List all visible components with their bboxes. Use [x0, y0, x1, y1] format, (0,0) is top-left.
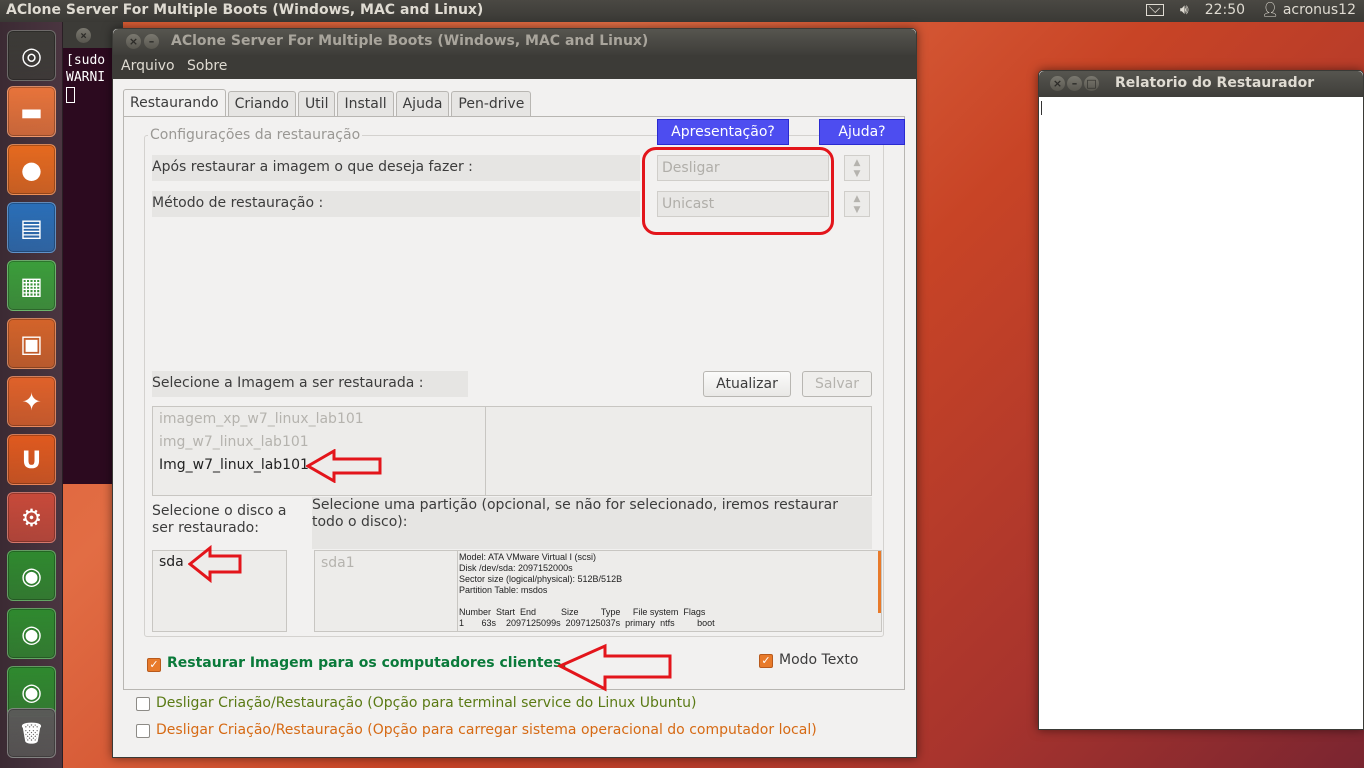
minimize-icon[interactable]: – [1067, 76, 1082, 91]
text-mode-label[interactable]: Modo Texto [779, 652, 858, 668]
select-partition-label: Selecione uma partição (opcional, se não… [312, 497, 872, 549]
disk-info-text: Model: ATA VMware Virtual I (scsi) Disk … [459, 552, 715, 628]
main-window-titlebar[interactable]: × – AClone Server For Multiple Boots (Wi… [113, 29, 916, 55]
user-menu[interactable]: 👤︎ acronus12 [1261, 2, 1356, 18]
tab-bar: Restaurando Criando Util Install Ajuda P… [123, 89, 533, 117]
help-button[interactable]: Ajuda? [819, 119, 905, 145]
select-disk-label: Selecione o disco a ser restaurado: [152, 497, 312, 549]
impress-icon[interactable]: ▣ [7, 318, 56, 369]
active-window-title: AClone Server For Multiple Boots (Window… [6, 2, 484, 18]
close-icon[interactable]: × [126, 34, 141, 49]
green-globe-icon-2-glyph: ◉ [21, 619, 42, 648]
disable-local-label[interactable]: Desligar Criação/Restauração (Opção para… [156, 722, 817, 738]
annotation-arrow [188, 545, 242, 583]
menu-bar: Arquivo Sobre [113, 55, 916, 79]
files-icon[interactable]: ▬ [7, 86, 56, 137]
after-restore-label: Após restaurar a imagem o que deseja faz… [152, 155, 640, 181]
menu-sobre[interactable]: Sobre [187, 58, 227, 74]
writer-icon[interactable]: ▤ [7, 202, 56, 253]
system-settings-icon[interactable]: ⚙ [7, 492, 56, 543]
scroll-indicator[interactable] [878, 551, 881, 613]
calc-icon[interactable]: ▦ [7, 260, 56, 311]
report-window-title: Relatorio do Restaurador [1115, 75, 1315, 91]
firefox-icon[interactable]: ● [7, 144, 56, 195]
user-icon: 👤︎ [1261, 2, 1279, 18]
partition-list: sda1 Model: ATA VMware Virtual I (scsi) … [314, 550, 882, 632]
image-list-item[interactable]: imagem_xp_w7_linux_lab101 [159, 411, 364, 427]
image-list-item[interactable]: img_w7_linux_lab101 [159, 434, 309, 450]
trash-icon[interactable]: 🗑 [7, 708, 56, 758]
impress-icon-glyph: ▣ [20, 329, 43, 358]
tab-criando[interactable]: Criando [227, 91, 296, 117]
tab-restaurando[interactable]: Restaurando [123, 89, 226, 117]
update-button[interactable]: Atualizar [703, 371, 791, 397]
ubuntu-one-icon[interactable]: U [7, 434, 56, 485]
system-tray: 🔊︎ 22:50 👤︎ acronus12 [1145, 2, 1356, 18]
list-divider [485, 407, 486, 495]
tab-ajuda[interactable]: Ajuda [395, 91, 450, 117]
top-panel: AClone Server For Multiple Boots (Window… [0, 0, 1364, 22]
software-center-icon[interactable]: ✦ [7, 376, 56, 427]
save-button[interactable]: Salvar [802, 371, 872, 397]
image-list-item-selected[interactable]: Img_w7_linux_lab101 [159, 457, 309, 473]
main-window: × – AClone Server For Multiple Boots (Wi… [112, 28, 917, 758]
ubuntu-dash-icon-glyph: ◎ [21, 41, 42, 70]
terminal-cursor [66, 86, 75, 103]
menu-arquivo[interactable]: Arquivo [121, 58, 175, 74]
user-name: acronus12 [1282, 2, 1356, 18]
report-window: × – □ Relatorio do Restaurador [1038, 70, 1364, 730]
system-settings-icon-glyph: ⚙ [20, 503, 43, 532]
calc-icon-glyph: ▦ [20, 271, 43, 300]
partition-divider [457, 551, 458, 631]
ubuntu-one-icon-glyph: U [21, 445, 42, 474]
ubuntu-dash-icon[interactable]: ◎ [7, 30, 56, 81]
volume-icon[interactable]: 🔊︎ [1180, 2, 1189, 18]
terminal-line: [sudo [66, 53, 106, 68]
disk-list-item[interactable]: sda [159, 554, 184, 570]
tab-util[interactable]: Util [297, 91, 336, 117]
report-text-area[interactable] [1039, 97, 1363, 729]
software-center-icon-glyph: ✦ [21, 387, 42, 416]
trash-icon-glyph: 🗑 [18, 721, 45, 745]
files-icon-glyph: ▬ [20, 97, 43, 126]
tab-pen-drive[interactable]: Pen-drive [451, 91, 532, 117]
method-spinner[interactable]: ▲ ▼ [844, 191, 870, 217]
tab-install[interactable]: Install [337, 91, 394, 117]
green-globe-icon-3-glyph: ◉ [21, 677, 42, 706]
restore-clients-checkbox[interactable]: ✓ [147, 658, 161, 672]
group-label: Configurações da restauração [148, 127, 363, 143]
annotation-arrow [306, 449, 382, 483]
green-globe-icon-2[interactable]: ◉ [7, 608, 56, 659]
image-list-area: imagem_xp_w7_linux_lab101 img_w7_linux_l… [152, 406, 872, 496]
disable-local-checkbox[interactable] [136, 724, 150, 738]
maximize-icon[interactable]: □ [1084, 76, 1099, 91]
launcher: ◎ ▬ ● ▤ ▦ ▣ ✦ U ⚙ ◉ ◉ ◉ 🗑 [0, 22, 63, 768]
disable-terminal-label[interactable]: Desligar Criação/Restauração (Opção para… [156, 695, 697, 711]
report-window-titlebar[interactable]: × – □ Relatorio do Restaurador [1039, 71, 1363, 97]
presentation-button[interactable]: Apresentação? [657, 119, 789, 145]
after-restore-spinner[interactable]: ▲ ▼ [844, 155, 870, 181]
restore-clients-label[interactable]: Restaurar Imagem para os computadores cl… [167, 655, 567, 671]
green-globe-icon-1-glyph: ◉ [21, 561, 42, 590]
green-globe-icon-1[interactable]: ◉ [7, 550, 56, 601]
annotation-arrow [557, 643, 672, 692]
annotation-circle [642, 147, 834, 235]
writer-icon-glyph: ▤ [20, 213, 43, 242]
partition-list-item[interactable]: sda1 [321, 555, 355, 571]
method-label: Método de restauração : [152, 191, 640, 217]
terminal-line: WARNI [66, 70, 106, 85]
minimize-icon[interactable]: – [144, 34, 159, 49]
mail-icon[interactable] [1145, 4, 1164, 16]
disable-terminal-checkbox[interactable] [136, 697, 150, 711]
close-icon[interactable]: × [76, 28, 91, 43]
firefox-icon-glyph: ● [21, 155, 42, 184]
text-mode-checkbox[interactable]: ✓ [759, 654, 773, 668]
select-image-label: Selecione a Imagem a ser restaurada : [152, 371, 468, 397]
clock[interactable]: 22:50 [1205, 2, 1245, 18]
close-icon[interactable]: × [1050, 76, 1065, 91]
restore-tab-panel: Configurações da restauração Apresentaçã… [123, 116, 905, 690]
window-title: AClone Server For Multiple Boots (Window… [171, 33, 649, 49]
